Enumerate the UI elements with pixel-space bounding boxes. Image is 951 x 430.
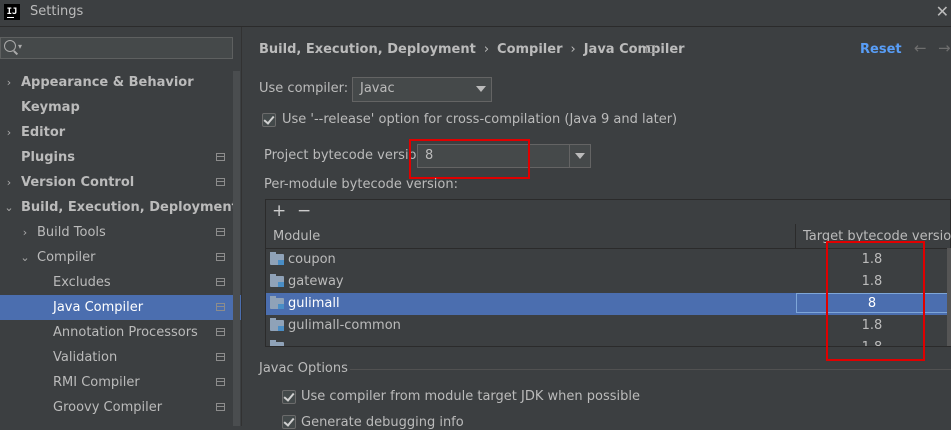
project-scope-icon bbox=[216, 253, 225, 261]
sidebar-item[interactable]: RMI Compiler bbox=[0, 370, 241, 395]
project-scope-icon bbox=[216, 328, 225, 336]
title-bar: IJ Settings ✕ bbox=[0, 0, 951, 27]
sidebar-item[interactable]: › Build Tools bbox=[0, 220, 241, 245]
project-scope-icon bbox=[216, 228, 225, 236]
sidebar-item-label: Validation bbox=[53, 350, 118, 365]
project-scope-icon bbox=[216, 178, 225, 186]
remove-icon[interactable]: − bbox=[297, 201, 311, 221]
project-scope-icon bbox=[216, 278, 225, 286]
sidebar-item[interactable]: Validation bbox=[0, 345, 241, 370]
breadcrumb-item: Build, Execution, Deployment bbox=[259, 42, 476, 57]
highlight-box bbox=[409, 139, 530, 179]
sidebar-item[interactable]: › Version Control bbox=[0, 170, 241, 195]
section-divider bbox=[350, 369, 951, 370]
table-toolbar: + − bbox=[266, 200, 950, 225]
breadcrumb-item: Java Compiler bbox=[583, 42, 685, 57]
javac-options-title: Javac Options bbox=[259, 361, 348, 376]
close-icon[interactable]: ✕ bbox=[936, 2, 949, 21]
use-compiler-label: Use compiler: bbox=[259, 81, 349, 96]
module-folder-icon bbox=[270, 318, 284, 331]
intellij-logo-icon: IJ bbox=[4, 4, 20, 20]
breadcrumb-item: Compiler bbox=[497, 42, 563, 57]
module-name: gateway bbox=[288, 274, 344, 289]
sidebar-item-label: Editor bbox=[21, 125, 66, 140]
project-scope-icon bbox=[216, 403, 225, 411]
breadcrumb: Build, Execution, Deployment › Compiler › Ja… bbox=[259, 42, 685, 57]
project-scope-icon bbox=[216, 353, 225, 361]
window-title: Settings bbox=[30, 4, 84, 19]
search-icon bbox=[4, 40, 16, 52]
column-header-module[interactable]: Module bbox=[273, 229, 320, 244]
module-folder-icon bbox=[270, 296, 284, 309]
project-scope-icon bbox=[216, 378, 225, 386]
sidebar-item[interactable]: Plugins bbox=[0, 145, 241, 170]
chevron-right-icon[interactable]: › bbox=[4, 170, 14, 195]
column-divider[interactable] bbox=[795, 224, 796, 248]
sidebar-item[interactable]: Keymap bbox=[0, 95, 241, 120]
debug-info-checkbox[interactable] bbox=[282, 415, 296, 429]
chevron-down-icon bbox=[471, 78, 491, 101]
sidebar-item-label: Keymap bbox=[21, 100, 80, 115]
breadcrumb-separator: › bbox=[483, 42, 490, 57]
per-module-label: Per-module bytecode version: bbox=[264, 177, 458, 192]
sidebar-item-label: Version Control bbox=[21, 175, 135, 190]
release-option-label: Use '--release' option for cross-compila… bbox=[282, 112, 678, 127]
project-bytecode-label: Project bytecode version bbox=[264, 148, 425, 163]
java-compiler-panel: Build, Execution, Deployment › Compiler › Ja… bbox=[242, 27, 951, 430]
sidebar-item[interactable]: Java Compiler bbox=[0, 295, 241, 320]
module-folder-icon bbox=[270, 340, 284, 346]
module-name: coupon bbox=[288, 252, 336, 267]
module-name: gulimall-common bbox=[288, 318, 401, 333]
sidebar-item-label: Annotation Processors bbox=[53, 325, 198, 340]
sidebar-item-label: Appearance & Behavior bbox=[21, 75, 194, 90]
back-arrow-icon[interactable]: ← bbox=[914, 39, 927, 57]
table-scrollbar[interactable] bbox=[947, 248, 951, 346]
reset-button[interactable]: Reset bbox=[860, 42, 902, 57]
project-scope-icon bbox=[216, 153, 225, 161]
chevron-down-icon[interactable]: ⌄ bbox=[4, 195, 14, 220]
sidebar-item[interactable]: ⌄ Compiler bbox=[0, 245, 241, 270]
target-jdk-checkbox[interactable] bbox=[282, 390, 296, 404]
module-folder-icon bbox=[270, 252, 284, 265]
project-scope-icon bbox=[646, 45, 655, 53]
sidebar-item[interactable]: Groovy Compiler bbox=[0, 395, 241, 420]
sidebar-item-label: RMI Compiler bbox=[53, 375, 140, 390]
compiler-select-value: Javac bbox=[360, 81, 395, 96]
compiler-select[interactable]: Javac bbox=[352, 77, 492, 102]
chevron-right-icon[interactable]: › bbox=[4, 120, 14, 145]
sidebar-item-label: Compiler bbox=[37, 250, 96, 265]
sidebar-item-label: Java Compiler bbox=[53, 300, 144, 315]
sidebar-item[interactable]: › Editor bbox=[0, 120, 241, 145]
sidebar-item[interactable]: › Appearance & Behavior bbox=[0, 70, 241, 95]
settings-tree: › Appearance & Behavior Keymap › Editor Plugi… bbox=[0, 70, 241, 420]
search-input[interactable]: ▾ bbox=[0, 37, 233, 59]
sidebar-item[interactable]: ⌄ Build, Execution, Deployment bbox=[0, 195, 241, 220]
sidebar-scrollbar[interactable] bbox=[233, 71, 240, 426]
breadcrumb-separator: › bbox=[570, 42, 576, 57]
module-folder-icon bbox=[270, 274, 284, 287]
project-scope-icon bbox=[216, 303, 225, 311]
chevron-down-icon[interactable]: ⌄ bbox=[20, 245, 30, 270]
sidebar-item-label: Build, Execution, Deployment bbox=[21, 200, 238, 215]
forward-arrow-icon[interactable]: → bbox=[938, 39, 951, 57]
sidebar-item-label: Build Tools bbox=[37, 225, 106, 240]
chevron-down-icon bbox=[569, 145, 590, 167]
add-icon[interactable]: + bbox=[272, 201, 286, 221]
sidebar-item[interactable]: Annotation Processors bbox=[0, 320, 241, 345]
sidebar-item[interactable]: Excludes bbox=[0, 270, 241, 295]
highlight-box bbox=[826, 241, 925, 361]
chevron-right-icon[interactable]: › bbox=[4, 70, 14, 95]
debug-info-label: Generate debugging info bbox=[301, 415, 464, 430]
search-dropdown-icon[interactable]: ▾ bbox=[18, 42, 22, 51]
target-jdk-label: Use compiler from module target JDK when… bbox=[301, 389, 640, 404]
module-name: gulimall bbox=[288, 296, 340, 311]
sidebar-item-label: Plugins bbox=[21, 150, 75, 165]
release-option-checkbox[interactable] bbox=[262, 113, 276, 127]
settings-sidebar: ▾ › Appearance & Behavior Keymap › Editor Plu… bbox=[0, 27, 242, 426]
sidebar-item-label: Groovy Compiler bbox=[53, 400, 163, 415]
sidebar-item-label: Excludes bbox=[53, 275, 111, 290]
chevron-right-icon[interactable]: › bbox=[20, 220, 30, 245]
